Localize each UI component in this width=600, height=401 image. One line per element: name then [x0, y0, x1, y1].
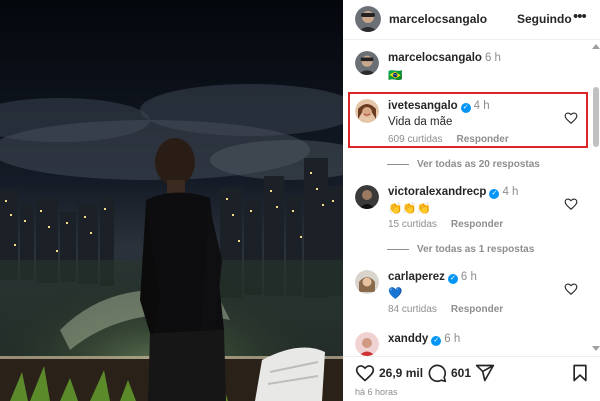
commenter-avatar[interactable]: [355, 270, 379, 294]
share-button[interactable]: [475, 362, 497, 384]
save-button[interactable]: [570, 362, 590, 384]
verified-badge-icon: ✓: [489, 189, 500, 199]
heart-icon[interactable]: [564, 282, 578, 296]
comment-username[interactable]: victoralexandrecp: [388, 186, 486, 198]
scrollbar-thumb[interactable]: [593, 87, 599, 147]
commenter-avatar[interactable]: [355, 332, 379, 356]
night-city-photo: [0, 0, 343, 401]
post-actions-bar: 26,9 mil 601 há 6 horas: [343, 356, 600, 401]
comment-button[interactable]: 601: [427, 362, 473, 384]
caption-username[interactable]: marcelocsangalo: [388, 52, 482, 64]
more-options-icon[interactable]: •••: [573, 8, 587, 25]
reply-button[interactable]: Responder: [451, 304, 503, 315]
comment-likes[interactable]: 15 curtidas: [388, 219, 437, 230]
author-username[interactable]: marcelocsangalo: [389, 12, 487, 26]
comment-username[interactable]: carlaperez: [388, 271, 445, 283]
view-replies-link[interactable]: Ver todas as 20 respostas: [387, 159, 540, 170]
heart-icon[interactable]: [564, 197, 578, 211]
highlight-box: [348, 92, 588, 148]
reply-button[interactable]: Responder: [451, 219, 503, 230]
comment-icon[interactable]: [427, 363, 447, 383]
verified-badge-icon: ✓: [431, 336, 442, 346]
scroll-down-arrow-icon[interactable]: [592, 346, 600, 351]
scroll-up-arrow-icon[interactable]: [592, 44, 600, 49]
heart-icon[interactable]: [355, 363, 375, 383]
caption-emoji: 🇧🇷: [388, 70, 403, 82]
caption-time: 6 h: [484, 52, 501, 64]
post-photo: [0, 0, 343, 401]
share-icon[interactable]: [475, 363, 495, 383]
like-button[interactable]: 26,9 mil: [355, 362, 425, 384]
verified-badge-icon: ✓: [447, 274, 458, 284]
caption-avatar[interactable]: [355, 51, 379, 75]
view-replies-link[interactable]: Ver todas as 1 respostas: [387, 244, 534, 255]
comments-scrollbar[interactable]: [591, 41, 600, 356]
commenter-avatar[interactable]: [355, 185, 379, 209]
comment-time: 6 h: [444, 333, 461, 345]
comment-username[interactable]: xanddy: [388, 333, 428, 345]
comments-list[interactable]: marcelocsangalo 6 h 🇧🇷 ivetesangalo ✓ 4 h V…: [343, 41, 600, 356]
bookmark-icon[interactable]: [570, 363, 590, 383]
author-avatar[interactable]: [355, 6, 381, 32]
comment-time: 6 h: [460, 271, 477, 283]
following-button[interactable]: Seguindo: [517, 12, 572, 26]
post-header: marcelocsangalo Seguindo •••: [343, 0, 600, 40]
comment-likes[interactable]: 84 curtidas: [388, 304, 437, 315]
likes-count[interactable]: 26,9 mil: [379, 366, 423, 380]
comment-time: 4 h: [502, 186, 519, 198]
comment-text: 👏👏👏: [388, 203, 431, 215]
comments-count[interactable]: 601: [451, 366, 471, 380]
post-time-ago: há 6 horas: [355, 387, 398, 397]
post-detail-panel: marcelocsangalo Seguindo ••• marcelocsan…: [343, 0, 600, 401]
comment-text: 💙: [388, 288, 403, 300]
